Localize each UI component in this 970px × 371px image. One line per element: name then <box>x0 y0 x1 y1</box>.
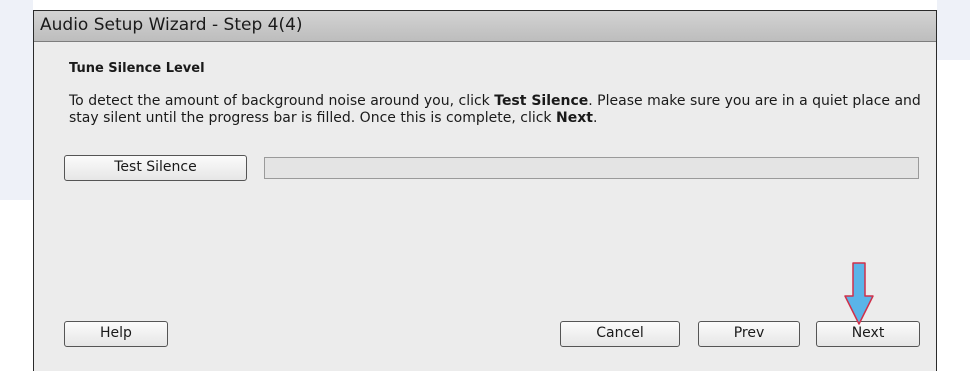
silence-progress-bar <box>264 157 919 179</box>
prev-button[interactable]: Prev <box>698 321 800 347</box>
background-decoration <box>0 0 33 200</box>
window-title: Audio Setup Wizard - Step 4(4) <box>40 15 303 35</box>
cancel-button[interactable]: Cancel <box>560 321 680 347</box>
instructions-part-1: To detect the amount of background noise… <box>69 93 495 109</box>
instructions-part-3: . <box>592 110 598 126</box>
help-button[interactable]: Help <box>64 321 168 347</box>
instructions-bold-next: Next <box>556 110 593 126</box>
background-decoration <box>937 0 970 60</box>
instructions-bold-test-silence: Test Silence <box>494 93 589 109</box>
down-arrow-icon <box>844 262 874 325</box>
test-silence-button[interactable]: Test Silence <box>64 155 247 181</box>
audio-setup-dialog: Audio Setup Wizard - Step 4(4) Tune Sile… <box>33 10 937 371</box>
instructions-text: To detect the amount of background noise… <box>69 93 929 127</box>
section-heading: Tune Silence Level <box>69 61 205 76</box>
title-bar: Audio Setup Wizard - Step 4(4) <box>34 11 936 42</box>
